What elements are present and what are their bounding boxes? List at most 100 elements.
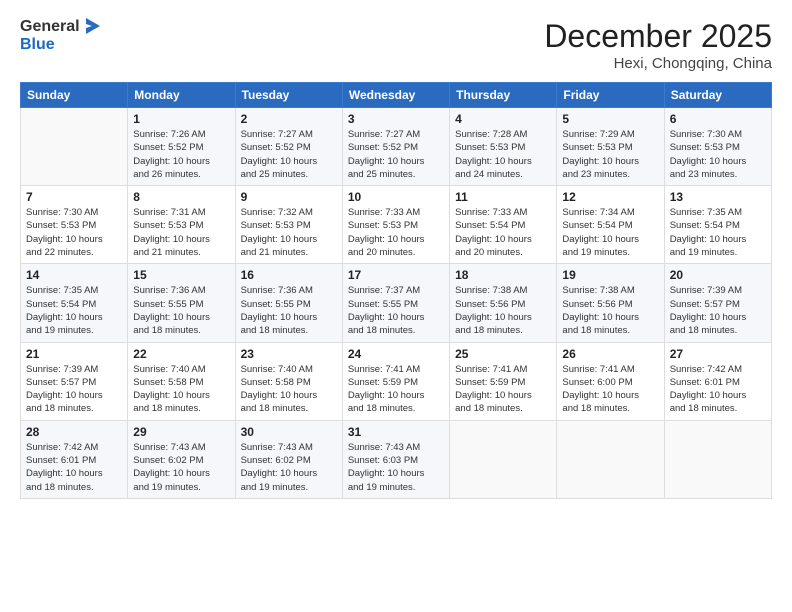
calendar-cell — [557, 420, 664, 498]
calendar-cell: 8 Sunrise: 7:31 AMSunset: 5:53 PMDaylight… — [128, 186, 235, 264]
calendar-cell: 1 Sunrise: 7:26 AMSunset: 5:52 PMDaylight… — [128, 108, 235, 186]
day-info: Sunrise: 7:43 AMSunset: 6:02 PMDaylight:… — [133, 441, 229, 494]
day-info: Sunrise: 7:36 AMSunset: 5:55 PMDaylight:… — [133, 284, 229, 337]
day-number: 18 — [455, 268, 551, 282]
day-number: 17 — [348, 268, 444, 282]
title-block: December 2025 Hexi, Chongqing, China — [544, 18, 772, 72]
calendar-cell — [450, 420, 557, 498]
day-info: Sunrise: 7:41 AMSunset: 5:59 PMDaylight:… — [348, 363, 444, 416]
day-number: 10 — [348, 190, 444, 204]
day-info: Sunrise: 7:35 AMSunset: 5:54 PMDaylight:… — [26, 284, 122, 337]
day-number: 27 — [670, 347, 766, 361]
calendar-cell: 12 Sunrise: 7:34 AMSunset: 5:54 PMDayligh… — [557, 186, 664, 264]
weekday-header-monday: Monday — [128, 83, 235, 108]
day-info: Sunrise: 7:26 AMSunset: 5:52 PMDaylight:… — [133, 128, 229, 181]
location-subtitle: Hexi, Chongqing, China — [544, 55, 772, 72]
day-info: Sunrise: 7:39 AMSunset: 5:57 PMDaylight:… — [670, 284, 766, 337]
day-number: 14 — [26, 268, 122, 282]
day-info: Sunrise: 7:33 AMSunset: 5:54 PMDaylight:… — [455, 206, 551, 259]
calendar-cell: 2 Sunrise: 7:27 AMSunset: 5:52 PMDaylight… — [235, 108, 342, 186]
calendar-cell: 28 Sunrise: 7:42 AMSunset: 6:01 PMDayligh… — [21, 420, 128, 498]
day-number: 28 — [26, 425, 122, 439]
day-info: Sunrise: 7:29 AMSunset: 5:53 PMDaylight:… — [562, 128, 658, 181]
week-row-3: 14 Sunrise: 7:35 AMSunset: 5:54 PMDayligh… — [21, 264, 772, 342]
logo-general-text: General — [20, 18, 80, 36]
calendar-cell: 9 Sunrise: 7:32 AMSunset: 5:53 PMDaylight… — [235, 186, 342, 264]
calendar-cell: 21 Sunrise: 7:39 AMSunset: 5:57 PMDayligh… — [21, 342, 128, 420]
week-row-4: 21 Sunrise: 7:39 AMSunset: 5:57 PMDayligh… — [21, 342, 772, 420]
calendar-cell: 5 Sunrise: 7:29 AMSunset: 5:53 PMDaylight… — [557, 108, 664, 186]
day-info: Sunrise: 7:33 AMSunset: 5:53 PMDaylight:… — [348, 206, 444, 259]
day-info: Sunrise: 7:39 AMSunset: 5:57 PMDaylight:… — [26, 363, 122, 416]
calendar-cell: 30 Sunrise: 7:43 AMSunset: 6:02 PMDayligh… — [235, 420, 342, 498]
week-row-1: 1 Sunrise: 7:26 AMSunset: 5:52 PMDaylight… — [21, 108, 772, 186]
day-number: 9 — [241, 190, 337, 204]
day-number: 20 — [670, 268, 766, 282]
day-info: Sunrise: 7:40 AMSunset: 5:58 PMDaylight:… — [241, 363, 337, 416]
day-number: 6 — [670, 112, 766, 126]
calendar-table: SundayMondayTuesdayWednesdayThursdayFrid… — [20, 82, 772, 499]
calendar-cell: 10 Sunrise: 7:33 AMSunset: 5:53 PMDayligh… — [342, 186, 449, 264]
header: General Blue December 2025 Hexi, Chongqi… — [20, 18, 772, 72]
calendar-cell: 4Sunrise: 7:28 AMSunset: 5:53 PMDaylight… — [450, 108, 557, 186]
day-number: 30 — [241, 425, 337, 439]
day-number: 1 — [133, 112, 229, 126]
day-number: 5 — [562, 112, 658, 126]
page: General Blue December 2025 Hexi, Chongqi… — [0, 0, 792, 612]
day-number: 24 — [348, 347, 444, 361]
calendar-cell: 19Sunrise: 7:38 AMSunset: 5:56 PMDayligh… — [557, 264, 664, 342]
day-info: Sunrise: 7:43 AMSunset: 6:02 PMDaylight:… — [241, 441, 337, 494]
weekday-header-saturday: Saturday — [664, 83, 771, 108]
calendar-cell: 22Sunrise: 7:40 AMSunset: 5:58 PMDayligh… — [128, 342, 235, 420]
calendar-cell: 13Sunrise: 7:35 AMSunset: 5:54 PMDayligh… — [664, 186, 771, 264]
day-info: Sunrise: 7:27 AMSunset: 5:52 PMDaylight:… — [241, 128, 337, 181]
calendar-cell: 20 Sunrise: 7:39 AMSunset: 5:57 PMDayligh… — [664, 264, 771, 342]
day-info: Sunrise: 7:42 AMSunset: 6:01 PMDaylight:… — [670, 363, 766, 416]
calendar-cell: 18Sunrise: 7:38 AMSunset: 5:56 PMDayligh… — [450, 264, 557, 342]
calendar-cell: 6 Sunrise: 7:30 AMSunset: 5:53 PMDaylight… — [664, 108, 771, 186]
calendar-cell — [21, 108, 128, 186]
calendar-cell: 15Sunrise: 7:36 AMSunset: 5:55 PMDayligh… — [128, 264, 235, 342]
calendar-cell: 11 Sunrise: 7:33 AMSunset: 5:54 PMDayligh… — [450, 186, 557, 264]
calendar-cell: 17 Sunrise: 7:37 AMSunset: 5:55 PMDayligh… — [342, 264, 449, 342]
day-info: Sunrise: 7:41 AMSunset: 6:00 PMDaylight:… — [562, 363, 658, 416]
day-info: Sunrise: 7:41 AMSunset: 5:59 PMDaylight:… — [455, 363, 551, 416]
calendar-cell: 29Sunrise: 7:43 AMSunset: 6:02 PMDayligh… — [128, 420, 235, 498]
week-row-5: 28 Sunrise: 7:42 AMSunset: 6:01 PMDayligh… — [21, 420, 772, 498]
day-number: 25 — [455, 347, 551, 361]
day-number: 3 — [348, 112, 444, 126]
weekday-header-thursday: Thursday — [450, 83, 557, 108]
day-info: Sunrise: 7:35 AMSunset: 5:54 PMDaylight:… — [670, 206, 766, 259]
calendar-cell: 27 Sunrise: 7:42 AMSunset: 6:01 PMDayligh… — [664, 342, 771, 420]
day-number: 7 — [26, 190, 122, 204]
day-number: 2 — [241, 112, 337, 126]
day-number: 11 — [455, 190, 551, 204]
day-info: Sunrise: 7:32 AMSunset: 5:53 PMDaylight:… — [241, 206, 337, 259]
calendar-cell: 23 Sunrise: 7:40 AMSunset: 5:58 PMDayligh… — [235, 342, 342, 420]
weekday-header-wednesday: Wednesday — [342, 83, 449, 108]
day-number: 4 — [455, 112, 551, 126]
day-info: Sunrise: 7:43 AMSunset: 6:03 PMDaylight:… — [348, 441, 444, 494]
day-info: Sunrise: 7:27 AMSunset: 5:52 PMDaylight:… — [348, 128, 444, 181]
day-info: Sunrise: 7:30 AMSunset: 5:53 PMDaylight:… — [26, 206, 122, 259]
logo-blue-text: Blue — [20, 36, 55, 53]
day-number: 8 — [133, 190, 229, 204]
calendar-cell: 7 Sunrise: 7:30 AMSunset: 5:53 PMDaylight… — [21, 186, 128, 264]
day-info: Sunrise: 7:34 AMSunset: 5:54 PMDaylight:… — [562, 206, 658, 259]
weekday-header-tuesday: Tuesday — [235, 83, 342, 108]
calendar-cell: 24 Sunrise: 7:41 AMSunset: 5:59 PMDayligh… — [342, 342, 449, 420]
day-info: Sunrise: 7:30 AMSunset: 5:53 PMDaylight:… — [670, 128, 766, 181]
day-info: Sunrise: 7:31 AMSunset: 5:53 PMDaylight:… — [133, 206, 229, 259]
day-number: 22 — [133, 347, 229, 361]
day-info: Sunrise: 7:42 AMSunset: 6:01 PMDaylight:… — [26, 441, 122, 494]
day-info: Sunrise: 7:37 AMSunset: 5:55 PMDaylight:… — [348, 284, 444, 337]
logo-icon — [82, 16, 100, 36]
day-number: 21 — [26, 347, 122, 361]
calendar-cell: 16Sunrise: 7:36 AMSunset: 5:55 PMDayligh… — [235, 264, 342, 342]
day-number: 26 — [562, 347, 658, 361]
day-number: 12 — [562, 190, 658, 204]
day-info: Sunrise: 7:38 AMSunset: 5:56 PMDaylight:… — [562, 284, 658, 337]
day-number: 23 — [241, 347, 337, 361]
calendar-cell: 14 Sunrise: 7:35 AMSunset: 5:54 PMDayligh… — [21, 264, 128, 342]
day-number: 16 — [241, 268, 337, 282]
